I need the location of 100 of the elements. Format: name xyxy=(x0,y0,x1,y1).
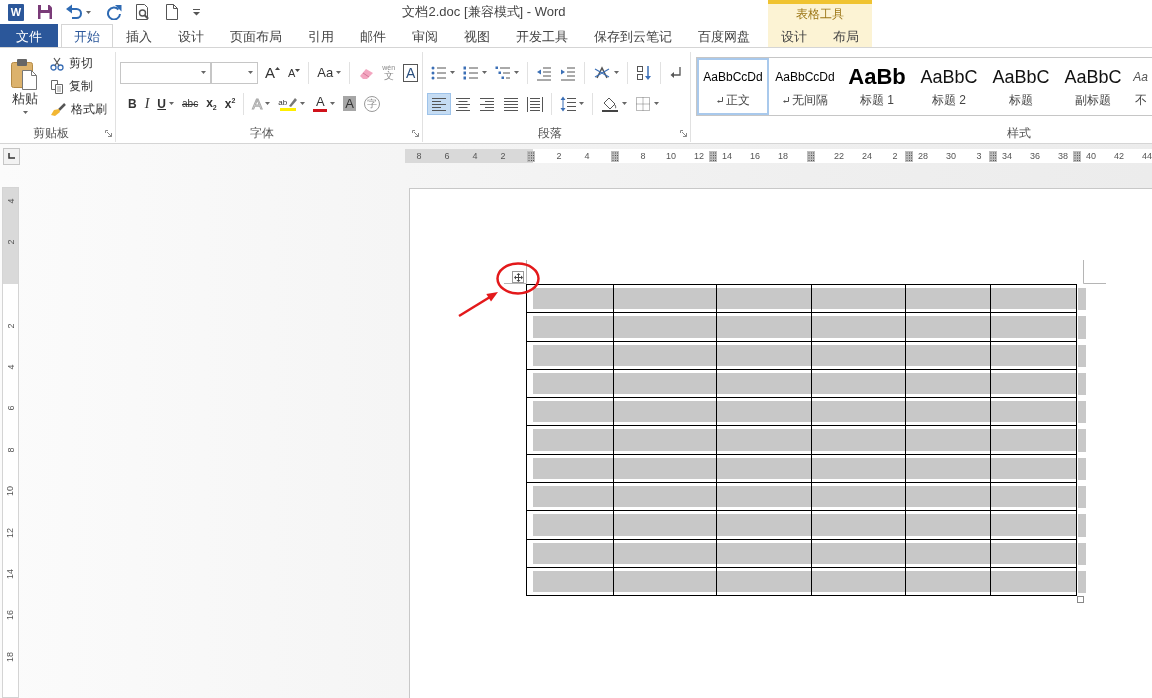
change-case-button[interactable]: Aa xyxy=(313,61,346,84)
ribbon-tab[interactable]: 设计 xyxy=(165,24,217,47)
dialog-launcher-icon[interactable] xyxy=(679,129,687,137)
table-cell[interactable] xyxy=(526,539,614,568)
ribbon-tab[interactable]: 视图 xyxy=(451,24,503,47)
style-name: 副标题 xyxy=(1075,92,1111,108)
undo-icon[interactable] xyxy=(65,4,83,20)
column-marker-icon[interactable] xyxy=(989,150,997,162)
print-preview-icon[interactable] xyxy=(135,4,149,20)
ribbon-tab[interactable]: 审阅 xyxy=(399,24,451,47)
ruler-number: 2 xyxy=(500,151,506,161)
table-resize-handle[interactable] xyxy=(1077,596,1084,604)
ruler-number: 6 xyxy=(444,151,450,161)
pen-icon xyxy=(287,96,298,107)
subscript-button[interactable]: x$_{2}$ xyxy=(202,92,221,115)
ruler-number: 3 xyxy=(976,151,982,161)
style-preview: AaBbCcDd xyxy=(703,70,763,84)
ruler-number: 2 xyxy=(5,323,16,329)
ribbon-tab[interactable]: 保存到云笔记 xyxy=(581,24,685,47)
style-item[interactable]: AaBbC 标题 xyxy=(985,58,1057,115)
group-label: 段落 xyxy=(537,124,562,142)
ribbon-tab[interactable]: 设计 xyxy=(768,24,820,48)
font-color-button[interactable]: A xyxy=(309,92,340,115)
distribute-icon xyxy=(527,95,543,112)
style-item[interactable]: AaBbC 标题 2 xyxy=(913,58,985,115)
superscript-button[interactable]: x$^{2}$ xyxy=(220,92,240,115)
font-name-field[interactable] xyxy=(120,61,211,84)
underline-button[interactable]: U xyxy=(153,92,178,115)
column-marker-icon[interactable] xyxy=(1073,150,1081,162)
dialog-launcher-icon[interactable] xyxy=(104,129,112,137)
paste-button[interactable]: 粘贴 xyxy=(6,52,44,120)
repeat-icon[interactable] xyxy=(106,4,122,20)
cut-button[interactable]: 剪切 xyxy=(47,52,110,75)
margin-corner-mark xyxy=(1083,260,1106,284)
table-cell[interactable] xyxy=(526,313,614,342)
new-document-icon[interactable] xyxy=(165,4,179,20)
ribbon-tab[interactable]: 百度网盘 xyxy=(685,24,763,47)
table-cell[interactable] xyxy=(526,284,614,314)
ribbon-tab[interactable]: 引用 xyxy=(295,24,347,47)
align-left-icon xyxy=(431,95,447,112)
border-grid-icon xyxy=(635,95,651,112)
ruler-number: 30 xyxy=(946,151,956,161)
caret-icon xyxy=(169,102,174,105)
style-preview: AaBbC xyxy=(1064,66,1122,88)
character-shading-button[interactable]: A xyxy=(339,92,360,115)
bold-button[interactable]: B xyxy=(124,92,141,115)
ribbon-tab[interactable]: 邮件 xyxy=(347,24,399,47)
caret-icon xyxy=(86,10,91,14)
tab-selector[interactable] xyxy=(3,147,20,165)
style-name: 不 xyxy=(1134,92,1147,108)
table-cell[interactable] xyxy=(526,369,614,399)
style-preview: AaBbCcDd xyxy=(775,70,835,84)
caret-icon xyxy=(265,102,271,105)
dialog-launcher-icon[interactable] xyxy=(411,129,419,137)
paintbrush-icon xyxy=(50,102,66,117)
table-cell[interactable] xyxy=(526,567,614,597)
column-marker-icon[interactable] xyxy=(709,150,717,162)
ribbon-tab[interactable]: 插入 xyxy=(113,24,165,47)
table-cell[interactable] xyxy=(526,454,614,484)
ribbon-tab[interactable]: 开发工具 xyxy=(503,24,581,47)
style-item[interactable]: AaBbC 副标题 xyxy=(1057,58,1129,115)
table-cell[interactable] xyxy=(526,511,614,540)
highlight-button[interactable]: ab xyxy=(274,92,310,115)
style-preview: Aa xyxy=(1133,70,1148,84)
align-left-button[interactable] xyxy=(427,92,451,115)
font-size-field[interactable] xyxy=(211,61,258,84)
ruler-number: 12 xyxy=(5,527,16,538)
style-item[interactable]: AaBb 标题 1 xyxy=(841,58,913,115)
ribbon-tab[interactable]: 页面布局 xyxy=(217,24,295,47)
style-name: 标题 1 xyxy=(860,92,894,108)
table-cell[interactable] xyxy=(526,483,614,512)
caret-icon xyxy=(450,71,455,74)
justify-icon xyxy=(503,95,519,112)
style-item[interactable]: Aa 不 xyxy=(1129,58,1152,115)
table-cell[interactable] xyxy=(526,426,614,455)
grow-font-button[interactable]: A xyxy=(261,61,284,84)
shrink-font-button[interactable]: A xyxy=(284,61,305,84)
customize-toolbar-icon[interactable] xyxy=(193,8,200,16)
table-cell[interactable] xyxy=(526,398,614,427)
caret-icon xyxy=(579,102,584,105)
table-cell[interactable] xyxy=(526,341,614,370)
column-marker-icon[interactable] xyxy=(807,150,815,162)
ribbon-tab[interactable]: 开始 xyxy=(61,24,113,47)
style-item[interactable]: AaBbCcDd 无间隔 xyxy=(769,58,841,115)
table-move-handle[interactable] xyxy=(512,271,524,283)
strikethrough-button[interactable]: abc xyxy=(178,92,203,115)
caret-icon xyxy=(482,71,487,74)
italic-button[interactable]: I xyxy=(140,92,154,115)
column-marker-icon[interactable] xyxy=(527,150,535,162)
column-marker-icon[interactable] xyxy=(611,150,619,162)
copy-button[interactable]: 复制 xyxy=(47,75,110,98)
ruler-number: 2 xyxy=(556,151,562,161)
file-tab[interactable]: 文件 xyxy=(0,24,58,47)
ribbon-tab[interactable]: 布局 xyxy=(820,24,872,48)
app-logo[interactable]: W xyxy=(8,3,24,21)
save-icon[interactable] xyxy=(37,4,53,20)
caret-icon xyxy=(201,71,206,74)
style-item[interactable]: AaBbCcDd 正文 xyxy=(697,58,769,115)
format-painter-button[interactable]: 格式刷 xyxy=(47,98,110,121)
column-marker-icon[interactable] xyxy=(905,150,913,162)
